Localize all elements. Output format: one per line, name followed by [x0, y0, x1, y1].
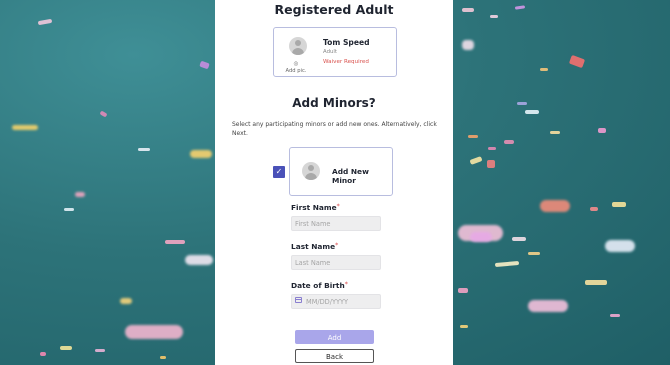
last-name-label-text: Last Name — [291, 242, 336, 251]
minors-instructions: Select any participating minors or add n… — [232, 121, 437, 137]
last-name-label: Last Name* — [291, 242, 338, 251]
page-title: Registered Adult — [274, 2, 394, 17]
registration-panel: Registered Adult ◎ Add pic. Tom Speed Ad… — [215, 0, 453, 365]
required-mark: * — [336, 203, 340, 210]
add-new-minor-card[interactable]: Add New Minor — [289, 147, 393, 196]
checkmark-icon: ✓ — [275, 167, 283, 176]
required-mark: * — [344, 281, 348, 288]
calendar-icon — [295, 297, 302, 303]
first-name-label: First Name* — [291, 203, 340, 212]
dob-label: Date of Birth* — [291, 281, 348, 290]
person-placeholder-icon — [289, 37, 307, 55]
add-new-minor-checkbox[interactable]: ✓ — [273, 166, 285, 178]
last-name-input[interactable] — [291, 255, 381, 270]
waiver-status: Waiver Required — [323, 59, 369, 65]
dob-input[interactable] — [291, 294, 381, 309]
add-pic-button[interactable]: ◎ Add pic. — [277, 61, 315, 74]
minors-heading: Add Minors? — [292, 96, 376, 110]
add-pic-label: Add pic. — [285, 68, 307, 74]
add-new-minor-label: Add New Minor — [332, 167, 369, 185]
person-placeholder-icon — [302, 162, 320, 180]
first-name-input[interactable] — [291, 216, 381, 231]
add-button[interactable]: Add — [295, 330, 374, 344]
adult-role: Adult — [323, 49, 338, 55]
dob-label-text: Date of Birth — [291, 281, 345, 290]
adult-name: Tom Speed — [323, 38, 370, 47]
back-button[interactable]: Back — [295, 349, 374, 363]
registered-adult-card[interactable]: ◎ Add pic. Tom Speed Adult Waiver Requir… — [273, 27, 397, 77]
required-mark: * — [335, 242, 339, 249]
camera-icon: ◎ — [293, 61, 299, 67]
first-name-label-text: First Name — [291, 203, 337, 212]
